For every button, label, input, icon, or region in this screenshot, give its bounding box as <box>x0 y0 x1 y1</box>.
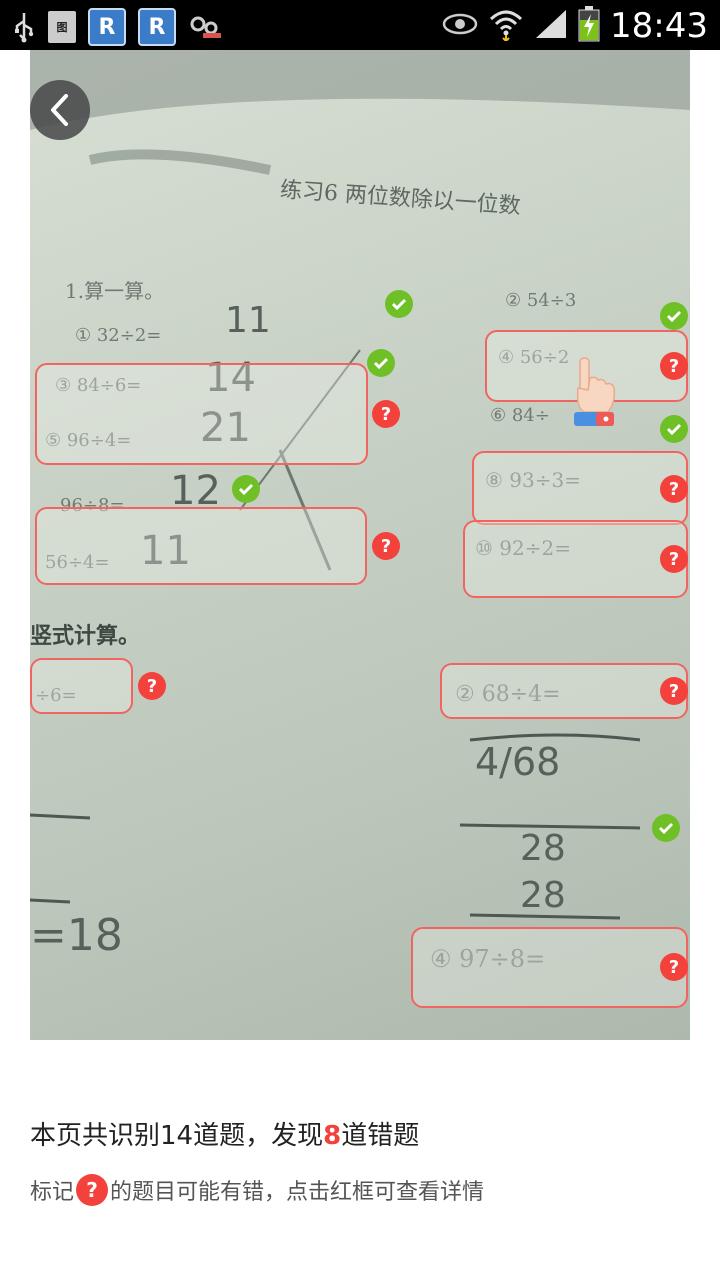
question-mark-icon: ? <box>76 1174 109 1206</box>
correct-check-icon <box>232 475 260 503</box>
question-mark-icon[interactable]: ? <box>660 545 688 573</box>
signal-icon <box>534 8 568 44</box>
section-heading: 1.算一算。 <box>65 279 165 303</box>
question-mark-icon[interactable]: ? <box>372 400 400 428</box>
summary-prefix: 本页共识别14道题，发现 <box>30 1121 324 1151</box>
correct-check-icon <box>660 302 688 330</box>
problem-text: ⑥ 84÷ <box>490 405 550 426</box>
status-bar-system: 18:43 <box>442 6 708 46</box>
handwritten-work: =18 <box>30 910 123 961</box>
question-mark-icon[interactable]: ? <box>660 677 688 705</box>
correct-check-icon <box>385 290 413 318</box>
correct-check-icon <box>652 814 680 842</box>
hint-prefix: 标记 <box>30 1180 75 1205</box>
error-box[interactable] <box>472 451 688 525</box>
error-box[interactable] <box>35 363 368 465</box>
error-box[interactable] <box>411 927 688 1008</box>
handwritten-work: 28 <box>520 828 566 869</box>
error-box[interactable] <box>463 520 688 598</box>
question-mark-icon[interactable]: ? <box>660 953 688 981</box>
chevron-left-icon <box>51 94 68 126</box>
correct-check-icon <box>367 349 395 377</box>
status-bar: 图 R R 18:43 <box>0 0 720 50</box>
usb-icon <box>12 10 36 44</box>
r-app-icon: R <box>88 8 126 46</box>
hint-suffix: 的题目可能有错，点击红框可查看详情 <box>110 1180 485 1205</box>
error-box[interactable] <box>35 507 367 585</box>
question-mark-icon[interactable]: ? <box>660 352 688 380</box>
question-mark-icon[interactable]: ? <box>660 475 688 503</box>
battery-icon <box>578 6 600 46</box>
summary-text: 本页共识别14道题，发现8道错题 <box>30 1115 419 1152</box>
back-button[interactable] <box>30 80 90 140</box>
error-count: 8 <box>323 1121 342 1151</box>
document-icon: 图 <box>48 11 76 43</box>
question-mark-icon[interactable]: ? <box>138 672 166 700</box>
wifi-icon <box>488 7 524 45</box>
section-heading: 竖式计算。 <box>30 623 141 649</box>
question-mark-icon[interactable]: ? <box>372 532 400 560</box>
error-box[interactable] <box>30 658 133 714</box>
error-box[interactable] <box>440 663 688 719</box>
handwritten-answer: 11 <box>225 300 271 341</box>
clock: 18:43 <box>610 6 708 46</box>
problem-text: ② 54÷3 <box>505 290 577 311</box>
summary-suffix: 道错题 <box>341 1121 420 1151</box>
gears-icon <box>188 10 224 44</box>
tap-hint-hand-icon <box>568 352 620 432</box>
handwritten-work: 28 <box>520 875 566 916</box>
eye-icon <box>442 12 478 40</box>
correct-check-icon <box>660 415 688 443</box>
status-bar-notifications: 图 R R <box>12 8 224 46</box>
problem-text: ① 32÷2= <box>75 325 162 346</box>
r-app-icon: R <box>138 8 176 46</box>
hint-text: 标记 ? 的题目可能有错，点击红框可查看详情 <box>30 1174 484 1206</box>
handwritten-work: 4/68 <box>475 740 561 784</box>
